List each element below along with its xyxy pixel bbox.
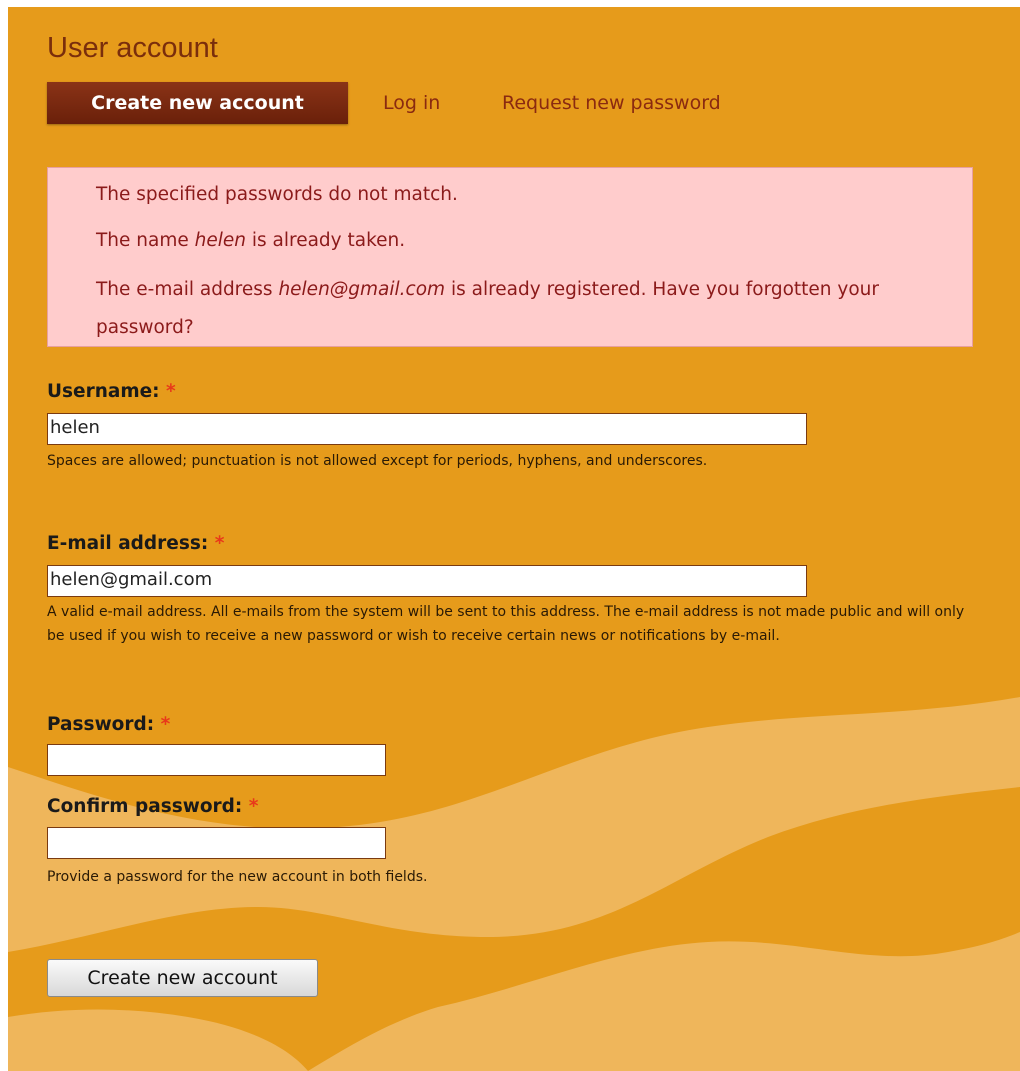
tab-log-in[interactable]: Log in	[383, 82, 440, 124]
error-messages: The specified passwords do not match. Th…	[47, 167, 973, 347]
create-account-submit-button[interactable]: Create new account	[47, 959, 318, 997]
username-description: Spaces are allowed; punctuation is not a…	[47, 453, 708, 469]
email-label: E-mail address: *	[47, 533, 224, 554]
error-name-text-before: The name	[96, 230, 195, 251]
error-name-text-after: is already taken.	[246, 230, 406, 251]
email-label-text: E-mail address:	[47, 533, 209, 554]
confirm-password-label-text: Confirm password:	[47, 796, 243, 817]
password-label: Password: *	[47, 714, 170, 735]
tab-request-new-password[interactable]: Request new password	[502, 82, 721, 124]
password-description: Provide a password for the new account i…	[47, 869, 428, 885]
email-input[interactable]: helen@gmail.com	[47, 565, 807, 597]
username-required-marker: *	[166, 381, 176, 402]
confirm-password-label: Confirm password: *	[47, 796, 258, 817]
confirm-password-input[interactable]	[47, 827, 386, 859]
password-label-text: Password:	[47, 714, 155, 735]
confirm-password-required-marker: *	[248, 796, 259, 817]
error-message-email-registered: The e-mail address helen@gmail.com is al…	[96, 271, 926, 347]
tab-create-new-account[interactable]: Create new account	[47, 82, 348, 124]
email-description: A valid e-mail address. All e-mails from…	[47, 604, 965, 644]
error-message-passwords-text: The specified passwords do not match.	[96, 184, 458, 205]
email-required-marker: *	[214, 533, 225, 554]
error-message-name-taken: The name helen is already taken.	[96, 227, 926, 255]
username-label-text: Username:	[47, 381, 160, 402]
username-input[interactable]: helen	[47, 413, 807, 445]
page-title: User account	[47, 32, 218, 64]
error-message-passwords: The specified passwords do not match.	[96, 181, 926, 209]
username-label: Username: *	[47, 381, 176, 402]
error-email-text-before: The e-mail address	[96, 279, 279, 300]
error-name-value: helen	[194, 230, 246, 251]
error-email-value: helen@gmail.com	[278, 279, 446, 300]
password-input[interactable]	[47, 744, 386, 776]
page-background: User account Create new account Log in R…	[8, 7, 1020, 1071]
password-required-marker: *	[160, 714, 171, 735]
